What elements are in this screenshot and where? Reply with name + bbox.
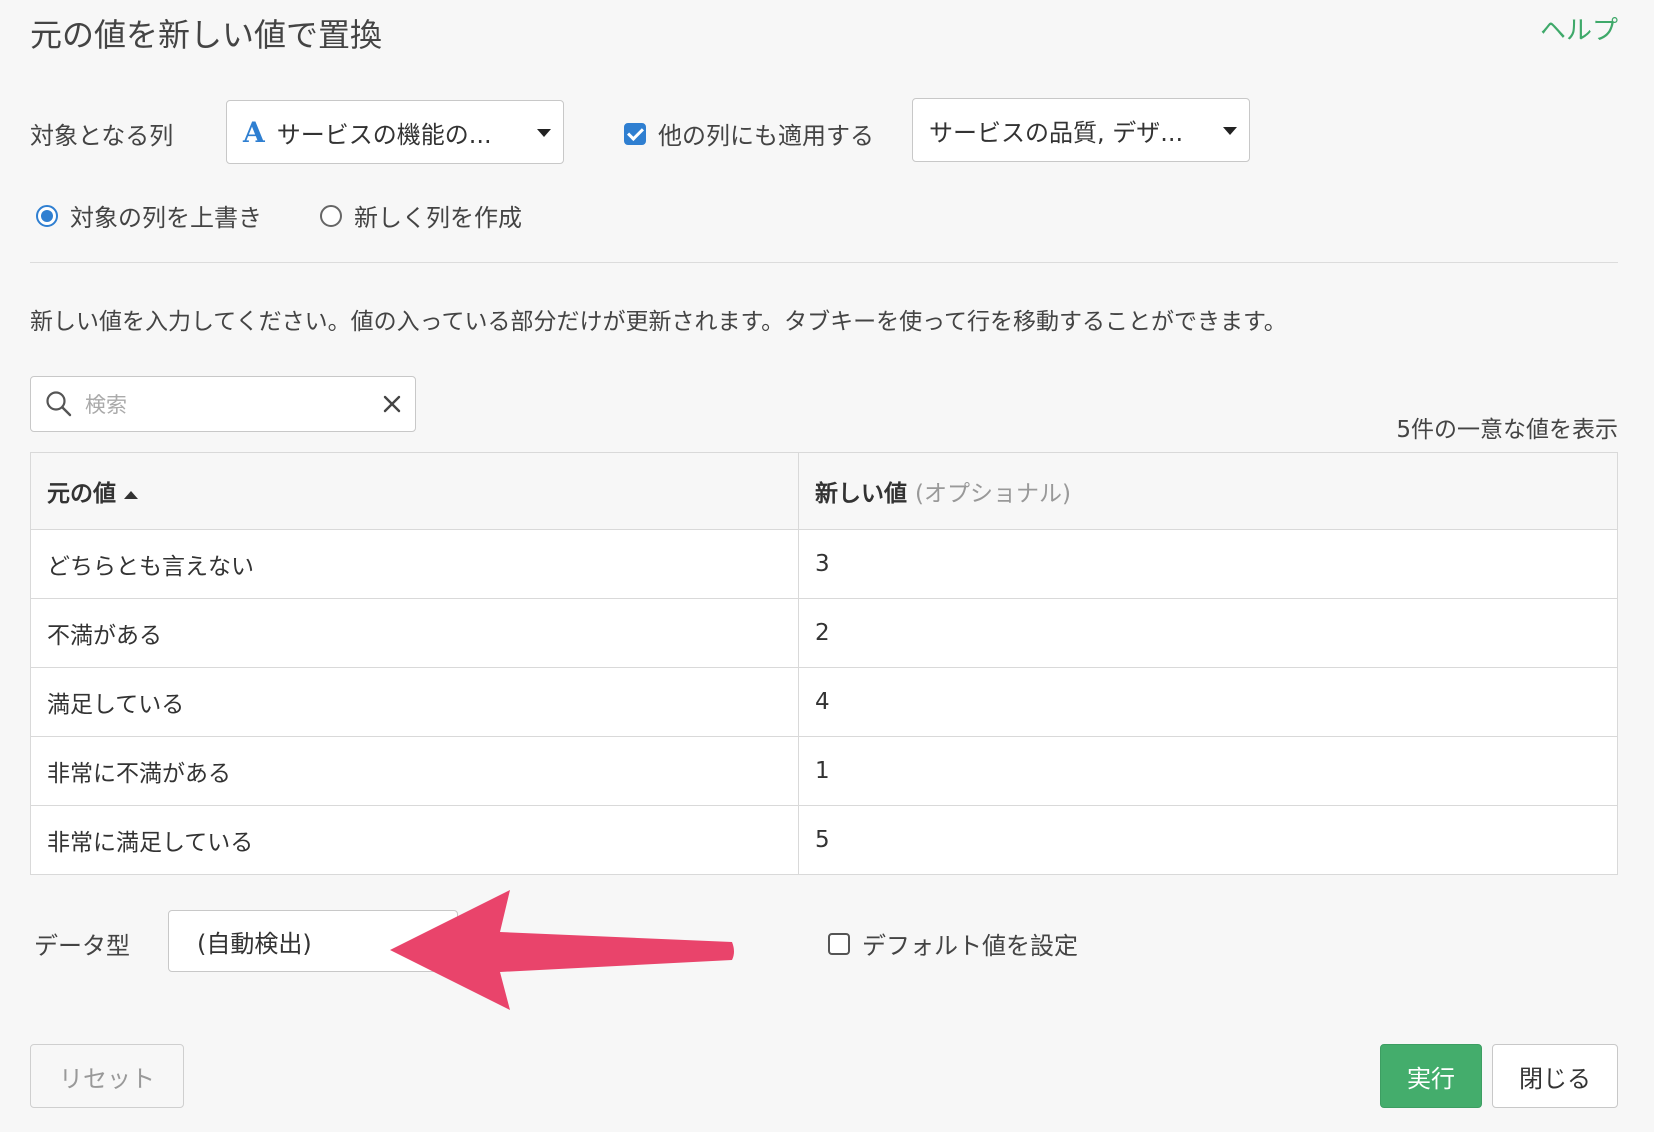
dialog-title: 元の値を新しい値で置換 bbox=[30, 16, 383, 54]
data-type-value: (自動検出) bbox=[197, 929, 312, 958]
search-icon bbox=[46, 391, 72, 417]
search-box[interactable] bbox=[30, 376, 416, 432]
section-divider bbox=[30, 262, 1618, 263]
data-type-label: データ型 bbox=[34, 932, 130, 960]
table-row: 非常に不満がある 1 bbox=[30, 736, 1618, 806]
new-value-cell[interactable]: 2 bbox=[798, 598, 1618, 668]
overwrite-label: 対象の列を上書き bbox=[70, 204, 262, 232]
unique-count-text: 5件の一意な値を表示 bbox=[1396, 417, 1618, 443]
caret-down-icon bbox=[537, 129, 551, 137]
new-column-label: 新しく列を作成 bbox=[354, 204, 522, 232]
apply-other-columns-label: 他の列にも適用する bbox=[658, 122, 874, 150]
reset-button[interactable]: リセット bbox=[30, 1044, 184, 1108]
table-row: 不満がある 2 bbox=[30, 598, 1618, 668]
other-columns-select[interactable]: サービスの品質, デザ... bbox=[912, 98, 1250, 162]
help-link[interactable]: ヘルプ bbox=[1540, 10, 1618, 47]
default-value-option[interactable]: デフォルト値を設定 bbox=[828, 926, 1078, 961]
default-value-checkbox[interactable] bbox=[828, 932, 850, 955]
default-value-label: デフォルト値を設定 bbox=[862, 932, 1078, 960]
close-button[interactable]: 閉じる bbox=[1492, 1044, 1618, 1108]
original-value-header-label: 元の値 bbox=[47, 481, 116, 507]
new-value-cell[interactable]: 3 bbox=[798, 529, 1618, 599]
table-header-row: 元の値 新しい値 (オプショナル) bbox=[30, 452, 1618, 530]
table-row: 満足している 4 bbox=[30, 667, 1618, 737]
search-input[interactable] bbox=[83, 385, 357, 425]
original-value-cell: どちらとも言えない bbox=[30, 529, 799, 599]
text-type-icon: A bbox=[243, 115, 265, 149]
caret-down-icon bbox=[1223, 127, 1237, 135]
run-button[interactable]: 実行 bbox=[1380, 1044, 1482, 1108]
new-value-header-label: 新しい値 bbox=[815, 481, 907, 507]
arrow-left-icon bbox=[390, 890, 734, 1010]
table-row: 非常に満足している 5 bbox=[30, 805, 1618, 875]
close-icon[interactable] bbox=[379, 391, 405, 417]
target-column-select[interactable]: A サービスの機能の... bbox=[226, 100, 564, 164]
apply-other-columns-option[interactable]: 他の列にも適用する bbox=[624, 116, 874, 151]
overwrite-option[interactable]: 対象の列を上書き bbox=[36, 198, 262, 233]
original-value-cell: 非常に不満がある bbox=[30, 736, 799, 806]
replace-values-dialog: 元の値を新しい値で置換 ヘルプ 対象となる列 A サービスの機能の... 他の列… bbox=[0, 0, 1654, 1132]
other-columns-value: サービスの品質, デザ... bbox=[929, 118, 1184, 147]
original-value-header[interactable]: 元の値 bbox=[30, 452, 799, 530]
original-value-cell: 不満がある bbox=[30, 598, 799, 668]
new-value-cell[interactable]: 1 bbox=[798, 736, 1618, 806]
original-value-cell: 非常に満足している bbox=[30, 805, 799, 875]
new-column-radio[interactable] bbox=[320, 204, 342, 227]
table-row: どちらとも言えない 3 bbox=[30, 529, 1618, 599]
new-column-option[interactable]: 新しく列を作成 bbox=[320, 198, 522, 233]
new-value-cell[interactable]: 4 bbox=[798, 667, 1618, 737]
sort-asc-icon bbox=[124, 490, 138, 499]
instructions-text: 新しい値を入力してください。値の入っている部分だけが更新されます。タブキーを使っ… bbox=[30, 309, 1287, 335]
target-column-value: サービスの機能の... bbox=[276, 120, 492, 149]
original-value-cell: 満足している bbox=[30, 667, 799, 737]
values-table: 元の値 新しい値 (オプショナル) どちらとも言えない 3 不満がある 2 満足… bbox=[30, 452, 1618, 875]
overwrite-radio[interactable] bbox=[36, 204, 58, 227]
new-value-cell[interactable]: 5 bbox=[798, 805, 1618, 875]
new-value-header: 新しい値 (オプショナル) bbox=[798, 452, 1618, 530]
apply-other-columns-checkbox[interactable] bbox=[624, 122, 646, 145]
optional-note: (オプショナル) bbox=[915, 481, 1071, 507]
target-column-label: 対象となる列 bbox=[30, 122, 174, 150]
